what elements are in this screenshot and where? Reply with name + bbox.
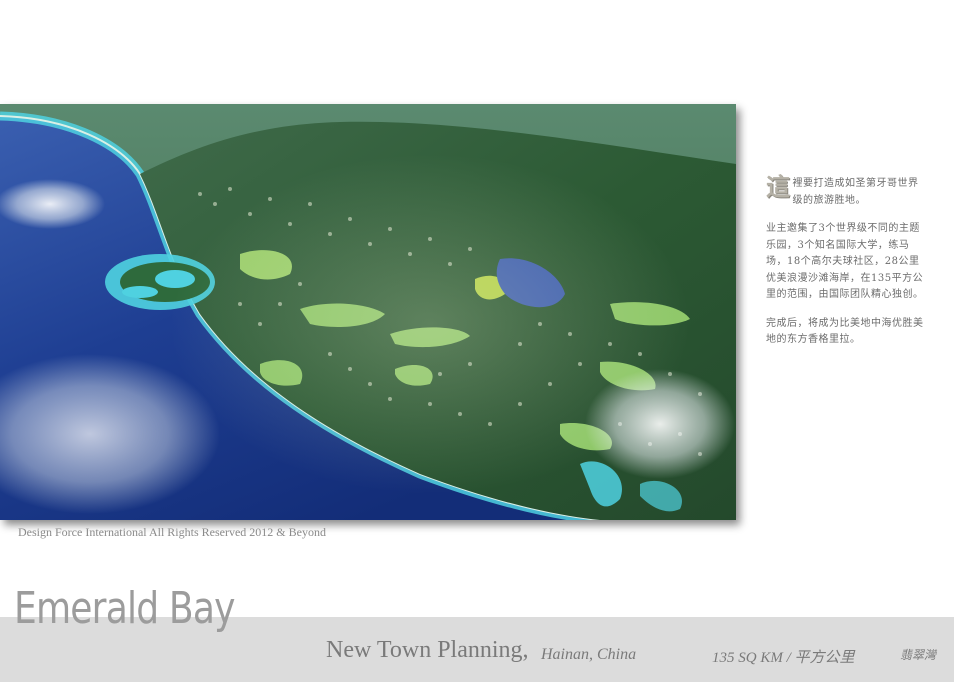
brand-logotype: Emerald Bay bbox=[14, 583, 236, 634]
description-paragraph-2: 业主邀集了3个世界级不同的主题乐园，3个知名国际大学，练马场，18个高尔夫球社区… bbox=[766, 223, 924, 300]
project-type: New Town Planning, bbox=[326, 637, 529, 663]
copyright-notice: Design Force International All Rights Re… bbox=[18, 525, 326, 539]
project-name-chinese: 翡翠灣 bbox=[900, 648, 937, 662]
project-area: 135 SQ KM / 平方公里 bbox=[712, 650, 855, 666]
description-panel: 這裡要打造成如圣第牙哥世界级的旅游胜地。 业主邀集了3个世界级不同的主题乐园，3… bbox=[766, 172, 926, 361]
intro-text: 裡要打造成如圣第牙哥世界级的旅游胜地。 bbox=[792, 178, 919, 206]
dropcap: 這 bbox=[766, 172, 791, 201]
aerial-rendering bbox=[0, 104, 736, 520]
description-paragraph-3: 完成后，将成为比美地中海优胜美地的东方香格里拉。 bbox=[766, 317, 924, 346]
description-intro: 這裡要打造成如圣第牙哥世界级的旅游胜地。 bbox=[766, 172, 926, 209]
project-location: Hainan, China bbox=[541, 646, 637, 663]
